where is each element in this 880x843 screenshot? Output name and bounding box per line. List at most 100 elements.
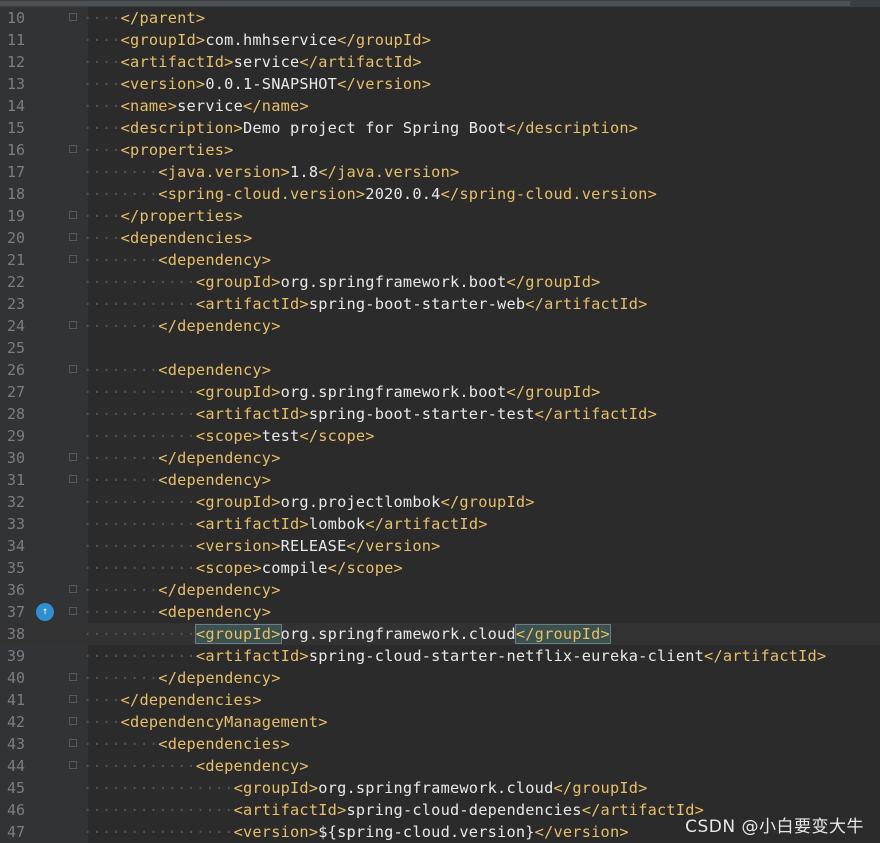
code-text: ············<dependency> xyxy=(83,757,309,775)
code-text: ············<artifactId>spring-boot-star… xyxy=(83,295,648,313)
code-text: ········<dependency> xyxy=(83,251,272,269)
fold-marker-icon[interactable] xyxy=(69,321,77,329)
fold-marker-icon[interactable] xyxy=(69,607,77,615)
code-text: ····<name>service</name> xyxy=(83,97,309,115)
code-line[interactable]: 36 ········</dependency> xyxy=(0,579,880,601)
fold-marker-icon[interactable] xyxy=(69,365,77,373)
code-text: ················<groupId>org.springframe… xyxy=(83,779,648,797)
line-number: 34 xyxy=(7,537,26,555)
line-number: 37 xyxy=(7,603,26,621)
code-text: ····</dependencies> xyxy=(83,691,262,709)
code-line[interactable]: 20 ····<dependencies> xyxy=(0,227,880,249)
code-line[interactable]: 32 ············<groupId>org.projectlombok… xyxy=(0,491,880,513)
code-line[interactable]: 19 ····</properties> xyxy=(0,205,880,227)
code-line[interactable]: 34 ············<version>RELEASE</version> xyxy=(0,535,880,557)
code-line[interactable]: 16 ····<properties> xyxy=(0,139,880,161)
code-line[interactable]: 33 ············<artifactId>lombok</artifa… xyxy=(0,513,880,535)
fold-marker-icon[interactable] xyxy=(69,739,77,747)
line-number: 27 xyxy=(7,383,26,401)
code-text: ····<artifactId>service</artifactId> xyxy=(83,53,422,71)
code-line[interactable]: 14 ····<name>service</name> xyxy=(0,95,880,117)
line-number: 11 xyxy=(7,31,26,49)
code-line[interactable]: 15 ····<description>Demo project for Spri… xyxy=(0,117,880,139)
code-text: ····<groupId>com.hmhservice</groupId> xyxy=(83,31,432,49)
code-text: ············<artifactId>lombok</artifact… xyxy=(83,515,488,533)
code-line[interactable]: 13 ····<version>0.0.1-SNAPSHOT</version> xyxy=(0,73,880,95)
code-line[interactable]: 42 ····<dependencyManagement> xyxy=(0,711,880,733)
fold-marker-icon[interactable] xyxy=(69,673,77,681)
line-number: 31 xyxy=(7,471,26,489)
code-line[interactable]: 31 ········<dependency> xyxy=(0,469,880,491)
code-text: ········</dependency> xyxy=(83,449,281,467)
override-up-arrow-icon[interactable]: ↑ xyxy=(36,603,54,621)
fold-marker-icon[interactable] xyxy=(69,475,77,483)
code-text: ············<artifactId>spring-cloud-sta… xyxy=(83,647,827,665)
line-number: 45 xyxy=(7,779,26,797)
code-line[interactable]: 26 ········<dependency> xyxy=(0,359,880,381)
line-number: 20 xyxy=(7,229,26,247)
code-line[interactable]: 23 ············<artifactId>spring-boot-st… xyxy=(0,293,880,315)
fold-marker-icon[interactable] xyxy=(69,695,77,703)
code-text: ········</dependency> xyxy=(83,581,281,599)
fold-marker-icon[interactable] xyxy=(69,717,77,725)
code-text: ········<dependency> xyxy=(83,471,272,489)
code-line[interactable]: 43 ········<dependencies> xyxy=(0,733,880,755)
code-editor[interactable]: 10 ····</parent> 11 ····<groupId>com.hmhser… xyxy=(0,7,880,843)
code-line[interactable]: 45 ················<groupId>org.springfra… xyxy=(0,777,880,799)
line-number: 32 xyxy=(7,493,26,511)
code-text: ············<groupId>org.springframework… xyxy=(83,273,601,291)
line-number: 28 xyxy=(7,405,26,423)
line-number: 25 xyxy=(7,339,26,357)
code-text: ····</parent> xyxy=(83,9,206,27)
line-number: 18 xyxy=(7,185,26,203)
code-text: ········</dependency> xyxy=(83,669,281,687)
code-text: ····<description>Demo project for Spring… xyxy=(83,119,639,137)
code-line[interactable]: 17 ········<java.version>1.8</java.versio… xyxy=(0,161,880,183)
code-line[interactable]: 25 xyxy=(0,337,880,359)
line-number: 12 xyxy=(7,53,26,71)
code-text: ················<version>${spring-cloud.… xyxy=(83,823,629,841)
code-text: ············<groupId>org.projectlombok</… xyxy=(83,493,535,511)
code-line[interactable]: 18 ········<spring-cloud.version>2020.0.4… xyxy=(0,183,880,205)
code-line[interactable]: 22 ············<groupId>org.springframewo… xyxy=(0,271,880,293)
code-line[interactable]: 29 ············<scope>test</scope> xyxy=(0,425,880,447)
code-line[interactable]: 12 ····<artifactId>service</artifactId> xyxy=(0,51,880,73)
fold-marker-icon[interactable] xyxy=(69,453,77,461)
code-line[interactable]: 35 ············<scope>compile</scope> xyxy=(0,557,880,579)
watermark: CSDN @小白要变大牛 xyxy=(685,817,864,837)
fold-marker-icon[interactable] xyxy=(69,585,77,593)
code-line[interactable]: 21 ········<dependency> xyxy=(0,249,880,271)
code-line[interactable]: 38 ············<groupId>org.springframewo… xyxy=(0,623,880,645)
code-line[interactable]: 27 ············<groupId>org.springframewo… xyxy=(0,381,880,403)
line-number: 33 xyxy=(7,515,26,533)
line-number: 39 xyxy=(7,647,26,665)
code-line[interactable]: 44 ············<dependency> xyxy=(0,755,880,777)
code-line[interactable]: 28 ············<artifactId>spring-boot-st… xyxy=(0,403,880,425)
code-text: ········<dependency> xyxy=(83,603,272,621)
fold-marker-icon[interactable] xyxy=(69,255,77,263)
code-text: ········<dependency> xyxy=(83,361,272,379)
line-number: 26 xyxy=(7,361,26,379)
code-text: ········<java.version>1.8</java.version> xyxy=(83,163,460,181)
horizontal-scroll-thumb[interactable] xyxy=(0,1,850,6)
code-line[interactable]: 40 ········</dependency> xyxy=(0,667,880,689)
line-number: 24 xyxy=(7,317,26,335)
line-number: 21 xyxy=(7,251,26,269)
code-text: ········<spring-cloud.version>2020.0.4</… xyxy=(83,185,657,203)
horizontal-scrollbar[interactable] xyxy=(0,0,880,7)
code-line[interactable]: 30 ········</dependency> xyxy=(0,447,880,469)
code-line[interactable]: 41 ····</dependencies> xyxy=(0,689,880,711)
line-number: 44 xyxy=(7,757,26,775)
code-line[interactable]: 37 ↑ ········<dependency> xyxy=(0,601,880,623)
code-line[interactable]: 24 ········</dependency> xyxy=(0,315,880,337)
line-number: 47 xyxy=(7,823,26,841)
fold-marker-icon[interactable] xyxy=(69,13,77,21)
fold-marker-icon[interactable] xyxy=(69,145,77,153)
code-line[interactable]: 39 ············<artifactId>spring-cloud-s… xyxy=(0,645,880,667)
fold-marker-icon[interactable] xyxy=(69,233,77,241)
line-number: 46 xyxy=(7,801,26,819)
fold-marker-icon[interactable] xyxy=(69,211,77,219)
fold-marker-icon[interactable] xyxy=(69,761,77,769)
code-line[interactable]: 10 ····</parent> xyxy=(0,7,880,29)
code-line[interactable]: 11 ····<groupId>com.hmhservice</groupId> xyxy=(0,29,880,51)
